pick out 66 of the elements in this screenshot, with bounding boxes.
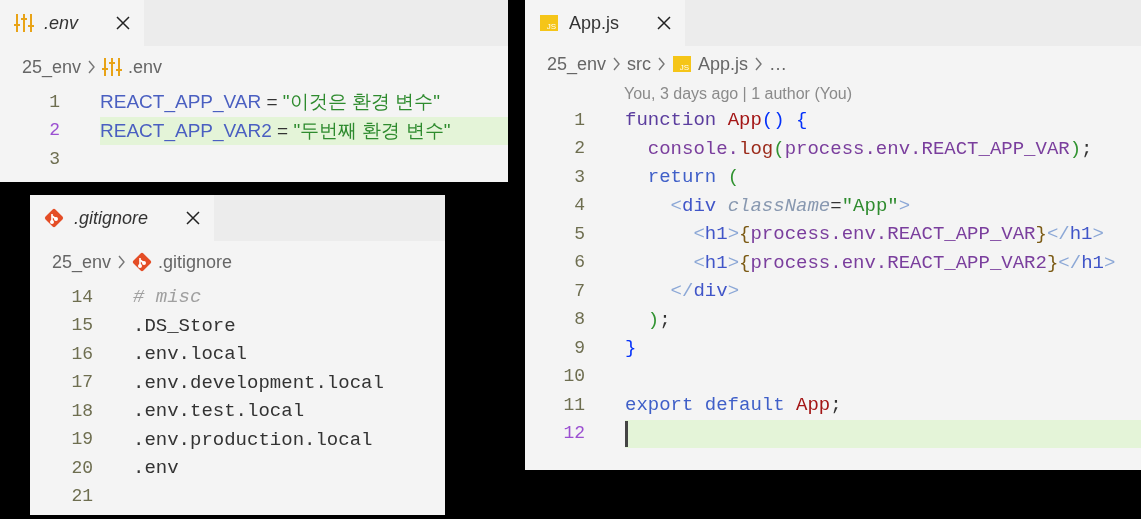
line-number: 12 xyxy=(562,422,585,446)
breadcrumb-item[interactable]: … xyxy=(769,50,788,78)
chevron-icon xyxy=(754,57,764,71)
breadcrumb-item[interactable]: 25_env xyxy=(52,248,112,276)
line-number: 21 xyxy=(70,485,93,509)
code-line: <div className="App"> xyxy=(669,193,911,219)
code-line: REACT_APP_VAR2 = "두번째 환경 변수" xyxy=(100,118,451,144)
breadcrumb-item[interactable]: .gitignore xyxy=(158,248,233,276)
line-number: 15 xyxy=(70,314,93,338)
js-file-icon: JS xyxy=(672,54,693,74)
code-line: .env.test.local xyxy=(133,399,305,424)
code-line: <h1>{process.env.REACT_APP_VAR}</h1> xyxy=(692,222,1104,247)
breadcrumb-item[interactable]: App.js xyxy=(698,50,749,78)
chevron-icon xyxy=(612,57,622,71)
js-file-icon: JS xyxy=(539,13,559,33)
line-number: 9 xyxy=(573,336,585,360)
line-number: 3 xyxy=(48,147,60,171)
editor-tab[interactable]: .gitignore xyxy=(30,195,215,241)
breadcrumb-item[interactable]: src xyxy=(627,50,652,78)
breadcrumb-item[interactable]: 25_env xyxy=(22,53,82,81)
code-line: # misc xyxy=(133,285,202,310)
code-line: </div> xyxy=(669,279,740,304)
code-line: .DS_Store xyxy=(133,313,236,339)
code-line: .env.production.local xyxy=(133,427,373,453)
line-number: 17 xyxy=(70,371,93,395)
editor-tab[interactable]: .env xyxy=(0,0,145,46)
line-number: 6 xyxy=(573,251,585,275)
line-number: 7 xyxy=(573,279,585,303)
code-line: export default App; xyxy=(625,393,842,418)
line-number: 2 xyxy=(573,137,585,161)
line-number: 14 xyxy=(70,285,93,309)
line-number: 11 xyxy=(562,393,585,417)
close-icon[interactable] xyxy=(116,16,131,30)
codelens-text[interactable]: You, 3 days ago | 1 author (You) xyxy=(624,85,853,102)
code-line: ); xyxy=(646,307,671,333)
chevron-icon xyxy=(117,255,127,269)
line-number: 5 xyxy=(573,222,585,246)
code-line: } xyxy=(625,336,637,361)
line-number: 16 xyxy=(70,342,93,366)
code-line: .env.development.local xyxy=(133,370,384,396)
code-line: console.log(process.env.REACT_APP_VAR); xyxy=(646,136,1093,162)
line-number: 2 xyxy=(48,119,60,143)
close-icon[interactable] xyxy=(657,16,672,30)
sliders-icon xyxy=(102,57,123,77)
code-line: .env xyxy=(133,456,179,481)
sliders-icon xyxy=(14,13,34,33)
line-number: 3 xyxy=(573,165,585,189)
code-line: function App() { xyxy=(625,108,808,133)
line-number: 20 xyxy=(70,456,93,480)
line-number: 4 xyxy=(573,194,585,218)
code-line: <h1>{process.env.REACT_APP_VAR2}</h1> xyxy=(692,250,1116,276)
chevron-icon xyxy=(657,57,667,71)
breadcrumb-item[interactable]: 25_env xyxy=(547,50,607,78)
breadcrumb-item[interactable]: .env xyxy=(128,53,163,81)
code-line: REACT_APP_VAR = "이것은 환경 변수" xyxy=(100,90,440,115)
line-number: 18 xyxy=(70,399,93,423)
line-number: 8 xyxy=(573,308,585,332)
code-line: return ( xyxy=(646,165,740,190)
code-line: .env.local xyxy=(133,342,248,367)
line-number: 10 xyxy=(562,365,585,389)
line-number: 1 xyxy=(573,108,585,132)
line-number: 1 xyxy=(48,90,60,114)
chevron-icon xyxy=(87,60,97,74)
close-icon[interactable] xyxy=(186,211,201,225)
line-number: 19 xyxy=(70,428,93,452)
editor-tab[interactable]: JS App.js xyxy=(525,0,686,46)
